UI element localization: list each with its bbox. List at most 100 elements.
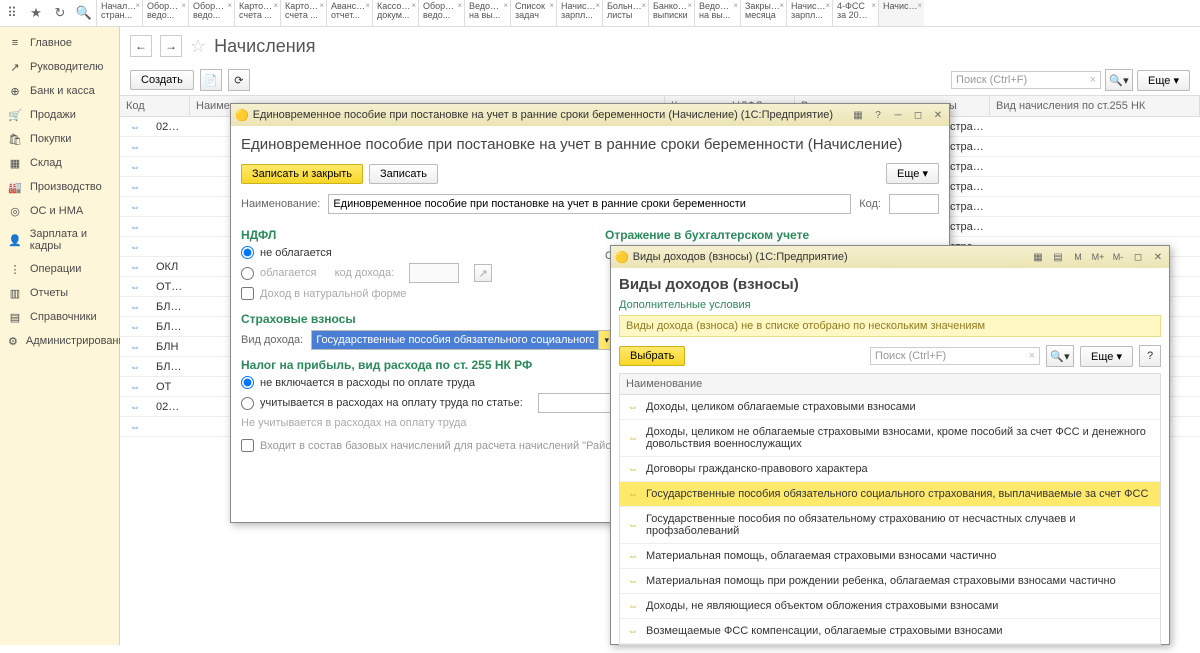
save-close-button[interactable]: Записать и закрыть (241, 164, 363, 184)
dlg2-close-icon[interactable]: ✕ (1151, 250, 1165, 264)
sidebar-item[interactable]: ▥Отчеты (0, 281, 119, 305)
history-icon[interactable]: ↻ (52, 5, 68, 21)
tab-17[interactable]: ×Начис… (878, 0, 924, 26)
warning-strip: Виды дохода (взноса) не в списке отобран… (619, 315, 1161, 337)
save-button[interactable]: Записать (369, 164, 438, 184)
dlg2-search-dd[interactable]: 🔍▾ (1046, 345, 1074, 367)
content-area: ← → ☆ Начисления Создать 📄 ⟳ Поиск (Ctrl… (120, 27, 1200, 645)
tab-11[interactable]: ×Больн… листы (602, 0, 648, 26)
tab-7[interactable]: ×Обор… ведо... (418, 0, 464, 26)
sidebar-item[interactable]: 🛒Продажи (0, 103, 119, 127)
tab-12[interactable]: ×Банко… выписки (648, 0, 694, 26)
dlg1-heading: Единовременное пособие при постановке на… (241, 136, 939, 153)
nav-fwd-button[interactable]: → (160, 35, 182, 57)
dlg2-search-input[interactable]: Поиск (Ctrl+F)× (870, 347, 1040, 365)
income-type-combo[interactable]: ▾↗ (311, 330, 631, 350)
ndfl-no-radio[interactable] (241, 246, 254, 259)
sidebar-item[interactable]: ▤Справочники (0, 305, 119, 329)
col-255[interactable]: Вид начисления по ст.255 НК (990, 96, 1200, 116)
r4-radio[interactable] (241, 397, 254, 410)
list-item[interactable]: ⇔Материальная помощь при рождении ребенк… (620, 569, 1160, 594)
list-item[interactable]: ⇔Доходы, не являющиеся объектом обложени… (620, 594, 1160, 619)
list-item[interactable]: ⇔Возмещаемые ФСС компенсации, облагаемые… (620, 619, 1160, 644)
grid-icon[interactable]: ▦ (1031, 250, 1045, 264)
tab-1[interactable]: ×Обор… ведо... (142, 0, 188, 26)
maximize-icon[interactable]: ◻ (911, 108, 925, 122)
dlg2-title: Виды доходов (взносы) (1С:Предприятие) (633, 251, 848, 263)
select-button[interactable]: Выбрать (619, 346, 685, 366)
copy-icon[interactable]: 📄 (200, 69, 222, 91)
code-label: Код: (859, 198, 881, 210)
create-button[interactable]: Создать (130, 70, 194, 90)
sidebar-item[interactable]: ▦Склад (0, 151, 119, 175)
sidebar-item[interactable]: ⋮Операции (0, 257, 119, 281)
list-item[interactable]: ⇔Доходы, целиком не облагаемые страховым… (620, 420, 1160, 457)
list-item[interactable]: ⇔Материальная помощь, облагаемая страхов… (620, 544, 1160, 569)
nav-back-button[interactable]: ← (130, 35, 152, 57)
r3-radio[interactable] (241, 376, 254, 389)
dlg2-titlebar[interactable]: 🟡 Виды доходов (взносы) (1С:Предприятие)… (611, 246, 1169, 268)
apps-icon[interactable]: ⠿ (4, 5, 20, 21)
dlg1-more-button[interactable]: Еще ▾ (886, 163, 939, 184)
sidebar-item[interactable]: ⚙Администрирование (0, 329, 119, 353)
tab-6[interactable]: ×Кассо… докум... (372, 0, 418, 26)
tab-14[interactable]: ×Закры… месяца (740, 0, 786, 26)
sidebar-item[interactable]: ⊕Банк и касса (0, 79, 119, 103)
col-code[interactable]: Код (120, 96, 190, 116)
dlg1-titlebar[interactable]: 🟡 Единовременное пособие при постановке … (231, 104, 949, 126)
name-input[interactable] (328, 194, 851, 214)
sidebar-item[interactable]: 🛍Покупки (0, 127, 119, 151)
close-icon[interactable]: ✕ (931, 108, 945, 122)
help-icon[interactable]: ? (871, 108, 885, 122)
base-charge-checkbox[interactable] (241, 439, 254, 452)
tab-9[interactable]: ×Список задач (510, 0, 556, 26)
sidebar-item[interactable]: 👤Зарплата и кадры (0, 223, 119, 257)
tab-15[interactable]: ×Начис… зарпл... (786, 0, 832, 26)
ndfl-heading: НДФЛ (241, 228, 575, 242)
sidebar-item[interactable]: 🏭Производство (0, 175, 119, 199)
vid-dohoda-label: Вид дохода: (241, 334, 303, 346)
tab-10[interactable]: ×Начис… зарпл... (556, 0, 602, 26)
more-button[interactable]: Еще ▾ (1137, 70, 1190, 91)
name-label: Наименование: (241, 198, 320, 210)
tab-5[interactable]: ×Аванс… отчет... (326, 0, 372, 26)
tab-3[interactable]: ×Карто… счета ... (234, 0, 280, 26)
tab-16[interactable]: ×4-ФСС за 20… (832, 0, 878, 26)
search-input[interactable]: Поиск (Ctrl+F)× (951, 71, 1101, 89)
tab-2[interactable]: ×Обор… ведо... (188, 0, 234, 26)
list-item[interactable]: ⇔Договоры гражданско-правового характера (620, 457, 1160, 482)
additional-conditions-link[interactable]: Дополнительные условия (619, 299, 1161, 311)
star-icon[interactable]: ★ (28, 5, 44, 21)
topbar: ⠿ ★ ↻ 🔍 ×Начал… стран...×Обор… ведо...×О… (0, 0, 1200, 27)
m-icon[interactable]: M (1071, 250, 1085, 264)
topbar-system-icons: ⠿ ★ ↻ 🔍 (0, 0, 96, 26)
page-header: ← → ☆ Начисления (120, 27, 1200, 65)
list-item[interactable]: ⇔Доходы, целиком облагаемые страховыми в… (620, 395, 1160, 420)
favorite-icon[interactable]: ☆ (190, 36, 206, 57)
search-dropdown-button[interactable]: 🔍▾ (1105, 69, 1133, 91)
calc-icon[interactable]: ▦ (851, 108, 865, 122)
sidebar-item[interactable]: ◎ОС и НМА (0, 199, 119, 223)
refresh-icon[interactable]: ⟳ (228, 69, 250, 91)
dlg2-more-button[interactable]: Еще ▾ (1080, 346, 1133, 367)
calc2-icon[interactable]: ▤ (1051, 250, 1065, 264)
tab-4[interactable]: ×Карто… счета ... (280, 0, 326, 26)
list-item[interactable]: ⇔Государственные пособия по обязательном… (620, 507, 1160, 544)
dlg2-min-icon[interactable]: ◻ (1131, 250, 1145, 264)
mplus-icon[interactable]: M+ (1091, 250, 1105, 264)
sidebar: ≡Главное↗Руководителю⊕Банк и касса🛒Прода… (0, 27, 120, 645)
list-col-name[interactable]: Наименование (620, 374, 1160, 395)
search-icon[interactable]: 🔍 (76, 5, 92, 21)
mminus-icon[interactable]: M- (1111, 250, 1125, 264)
list-item[interactable]: ⇔Государственные пособия обязательного с… (620, 482, 1160, 507)
minimize-icon[interactable]: ─ (891, 108, 905, 122)
sidebar-item[interactable]: ≡Главное (0, 31, 119, 55)
natural-income-checkbox[interactable] (241, 287, 254, 300)
tab-0[interactable]: ×Начал… стран... (96, 0, 142, 26)
ndfl-yes-radio[interactable] (241, 267, 254, 280)
tab-8[interactable]: ×Ведо… на вы... (464, 0, 510, 26)
dlg2-help-button[interactable]: ? (1139, 345, 1161, 367)
sidebar-item[interactable]: ↗Руководителю (0, 55, 119, 79)
tab-13[interactable]: ×Ведо… на вы... (694, 0, 740, 26)
code-input[interactable] (889, 194, 939, 214)
